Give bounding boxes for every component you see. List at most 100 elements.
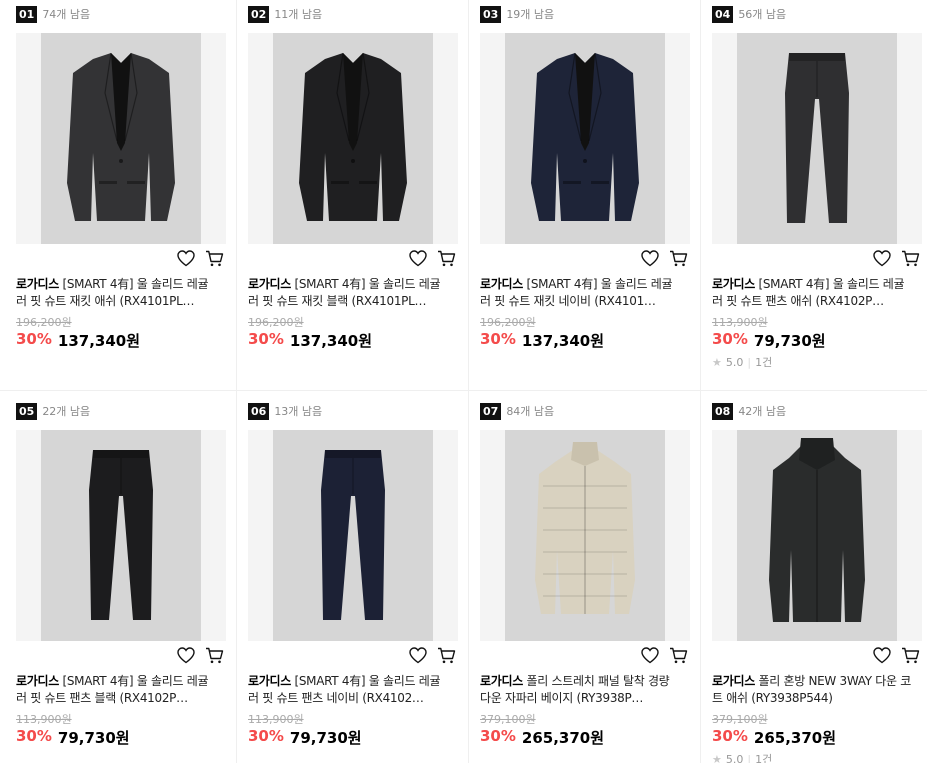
garment-illustration — [67, 52, 175, 221]
product-card[interactable]: 08 42개 남음 로가디스 폴리 혼방 NEW 3WAY 다운 코트 애쉬 (… — [700, 397, 927, 763]
rank-badge: 01 — [16, 5, 38, 23]
cart-icon[interactable] — [205, 647, 224, 664]
heart-icon[interactable] — [177, 647, 195, 664]
product-image[interactable] — [16, 33, 226, 244]
rating-separator: | — [747, 752, 752, 763]
product-title[interactable]: 로가디스 [SMART 4有] 울 솔리드 레귤러 핏 슈트 팬츠 네이비 (R… — [248, 673, 448, 707]
product-title[interactable]: 로가디스 폴리 스트레치 패널 탈착 경량 다운 자파리 베이지 (RY3938… — [480, 673, 680, 707]
rank-badge: 06 — [248, 402, 270, 420]
product-title[interactable]: 로가디스 [SMART 4有] 울 솔리드 레귤러 핏 슈트 팬츠 애쉬 (RX… — [712, 276, 912, 310]
cart-icon[interactable] — [437, 250, 456, 267]
discount-rate: 30% — [16, 330, 52, 348]
price-row: 30% 79,730원 — [16, 727, 130, 748]
product-card[interactable]: 02 11개 남음 로가디스 [SMART 4有] 울 솔리드 레귤러 핏 슈트… — [236, 0, 468, 397]
review-count: 1건 — [755, 753, 773, 763]
discount-rate: 30% — [248, 330, 284, 348]
stock-remaining: 42개 남음 — [738, 405, 787, 418]
price-row: 30% 79,730원 — [712, 330, 826, 351]
sale-price: 137,340원 — [521, 332, 605, 350]
stock-remaining: 22개 남음 — [42, 405, 91, 418]
product-card[interactable]: 04 56개 남음 로가디스 [SMART 4有] 울 솔리드 레귤러 핏 슈트… — [700, 0, 927, 397]
rating-row: ★ 5.0 | 1건 — [712, 354, 772, 370]
brand-name: 로가디스 — [712, 277, 755, 291]
heart-icon[interactable] — [641, 647, 659, 664]
product-image[interactable] — [16, 430, 226, 641]
price-row: 30% 265,370원 — [712, 727, 836, 748]
original-price: 113,900원 — [248, 713, 304, 726]
product-title[interactable]: 로가디스 [SMART 4有] 울 솔리드 레귤러 핏 슈트 재킷 네이비 (R… — [480, 276, 680, 310]
rank-badge: 03 — [480, 5, 502, 23]
product-image[interactable] — [712, 33, 922, 244]
garment-illustration — [321, 450, 385, 620]
rank-row: 03 19개 남음 — [480, 5, 554, 23]
stock-remaining: 13개 남음 — [274, 405, 323, 418]
card-actions — [873, 647, 920, 664]
card-actions — [641, 250, 688, 267]
discount-rate: 30% — [480, 727, 516, 745]
rank-badge: 02 — [248, 5, 270, 23]
price-row: 30% 265,370원 — [480, 727, 604, 748]
product-grid: 01 74개 남음 로가디스 [SMART 4有] 울 솔리드 레귤러 핏 슈트… — [0, 0, 927, 763]
heart-icon[interactable] — [873, 647, 891, 664]
card-actions — [177, 647, 224, 664]
brand-name: 로가디스 — [248, 277, 291, 291]
card-actions — [409, 647, 456, 664]
cart-icon[interactable] — [901, 250, 920, 267]
heart-icon[interactable] — [873, 250, 891, 267]
stock-remaining: 74개 남음 — [42, 8, 91, 21]
review-count: 1건 — [755, 356, 773, 369]
discount-rate: 30% — [248, 727, 284, 745]
product-title[interactable]: 로가디스 [SMART 4有] 울 솔리드 레귤러 핏 슈트 재킷 블랙 (RX… — [248, 276, 448, 310]
heart-icon[interactable] — [641, 250, 659, 267]
rank-row: 08 42개 남음 — [712, 402, 786, 420]
product-image[interactable] — [480, 33, 690, 244]
garment-illustration — [769, 438, 865, 622]
discount-rate: 30% — [712, 330, 748, 348]
rating-score: 5.0 — [725, 752, 744, 763]
sale-price: 137,340원 — [289, 332, 373, 350]
star-icon: ★ — [712, 752, 722, 763]
product-card[interactable]: 05 22개 남음 로가디스 [SMART 4有] 울 솔리드 레귤러 핏 슈트… — [4, 397, 236, 763]
original-price: 196,200원 — [480, 316, 536, 329]
cart-icon[interactable] — [205, 250, 224, 267]
cart-icon[interactable] — [669, 250, 688, 267]
sale-price: 265,370원 — [753, 729, 837, 747]
product-image[interactable] — [480, 430, 690, 641]
rank-badge: 07 — [480, 402, 502, 420]
brand-name: 로가디스 — [712, 674, 755, 688]
heart-icon[interactable] — [409, 647, 427, 664]
product-card[interactable]: 01 74개 남음 로가디스 [SMART 4有] 울 솔리드 레귤러 핏 슈트… — [4, 0, 236, 397]
garment-illustration — [535, 442, 635, 614]
card-actions — [409, 250, 456, 267]
rating-score: 5.0 — [725, 355, 744, 369]
original-price: 196,200원 — [16, 316, 72, 329]
rank-row: 02 11개 남음 — [248, 5, 322, 23]
product-card[interactable]: 03 19개 남음 로가디스 [SMART 4有] 울 솔리드 레귤러 핏 슈트… — [468, 0, 700, 397]
original-price: 196,200원 — [248, 316, 304, 329]
price-row: 30% 137,340원 — [248, 330, 372, 351]
card-actions — [177, 250, 224, 267]
product-image[interactable] — [712, 430, 922, 641]
cart-icon[interactable] — [669, 647, 688, 664]
rank-badge: 08 — [712, 402, 734, 420]
rank-row: 07 84개 남음 — [480, 402, 554, 420]
star-icon: ★ — [712, 355, 722, 369]
product-title[interactable]: 로가디스 [SMART 4有] 울 솔리드 레귤러 핏 슈트 재킷 애쉬 (RX… — [16, 276, 216, 310]
discount-rate: 30% — [712, 727, 748, 745]
brand-name: 로가디스 — [480, 277, 523, 291]
product-title[interactable]: 로가디스 [SMART 4有] 울 솔리드 레귤러 핏 슈트 팬츠 블랙 (RX… — [16, 673, 216, 707]
cart-icon[interactable] — [901, 647, 920, 664]
rank-badge: 04 — [712, 5, 734, 23]
product-image[interactable] — [248, 33, 458, 244]
product-image[interactable] — [248, 430, 458, 641]
product-title[interactable]: 로가디스 폴리 혼방 NEW 3WAY 다운 코트 애쉬 (RY3938P544… — [712, 673, 912, 707]
price-row: 30% 79,730원 — [248, 727, 362, 748]
product-card[interactable]: 06 13개 남음 로가디스 [SMART 4有] 울 솔리드 레귤러 핏 슈트… — [236, 397, 468, 763]
sale-price: 79,730원 — [289, 729, 362, 747]
cart-icon[interactable] — [437, 647, 456, 664]
heart-icon[interactable] — [409, 250, 427, 267]
brand-name: 로가디스 — [248, 674, 291, 688]
product-card[interactable]: 07 84개 남음 로가디스 폴리 스트레치 패널 탈착 경량 다운 자파리 베… — [468, 397, 700, 763]
heart-icon[interactable] — [177, 250, 195, 267]
discount-rate: 30% — [480, 330, 516, 348]
